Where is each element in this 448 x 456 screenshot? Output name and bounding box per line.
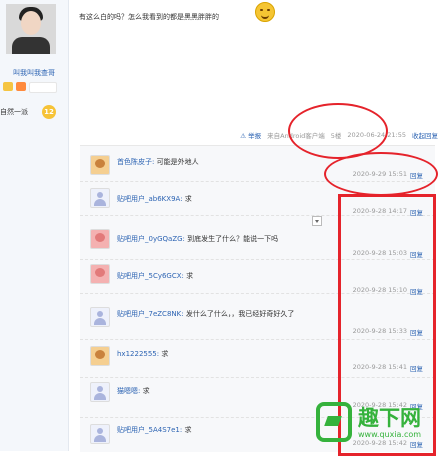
report-link[interactable]: ⚠ 举报 [240, 130, 261, 140]
commenter-name[interactable]: 贴吧用户_5Cy6GCX: [117, 272, 184, 280]
commenter-name[interactable]: hx1222555: [117, 350, 159, 358]
annotation-ellipse [324, 152, 438, 196]
comment-text: 发什么了什么，，我已经好奇好久了 [185, 310, 295, 318]
commenter-avatar[interactable] [90, 346, 110, 366]
commenter-avatar[interactable] [90, 155, 110, 175]
watermark-logo: 趣下网 www.quxia.com [316, 400, 446, 448]
author-sidebar: 叫我叫我查哥 自然一派 12 [0, 0, 69, 451]
author-username[interactable]: 叫我叫我查哥 [3, 68, 65, 78]
post-content: 有这么白的吗？怎么我看到的都是黑黑胖胖的 [79, 13, 219, 21]
commenter-name[interactable]: 猫嗯嗯: [117, 387, 140, 395]
comment-text: 可能是外地人 [156, 158, 199, 166]
comment-text: 求 [161, 350, 169, 358]
comment-text: 求 [142, 387, 150, 395]
commenter-avatar[interactable] [90, 424, 110, 444]
badge-slot [29, 82, 57, 93]
comment-text: 求 [184, 426, 192, 434]
commenter-avatar[interactable] [90, 382, 110, 402]
chevron-down-icon[interactable] [312, 216, 322, 226]
author-avatar[interactable] [6, 4, 56, 54]
commenter-name[interactable]: 贴吧用户_ab6KX9A: [117, 195, 183, 203]
commenter-name[interactable]: 贴吧用户_7eZC8NK: [117, 310, 184, 318]
vip-badge-icon[interactable] [3, 82, 13, 91]
level-badge-icon[interactable]: 12 [42, 105, 56, 119]
collapse-replies-link[interactable]: 收起回复 [412, 130, 438, 140]
comment-text: 求 [186, 272, 194, 280]
comment-text: 到底发生了什么？能说一下吗 [187, 235, 279, 243]
author-level: 自然一派 12 [0, 105, 56, 119]
commenter-avatar[interactable] [90, 264, 110, 284]
smile-emoji-icon [255, 2, 275, 22]
commenter-name[interactable]: 贴吧用户_0yGQaZG: [117, 235, 185, 243]
commenter-name[interactable]: 贴吧用户_5A4S7e1: [117, 426, 182, 434]
watermark-text: 趣下网 [358, 406, 421, 430]
level-name[interactable]: 自然一派 [0, 107, 28, 117]
watermark-url: www.quxia.com [358, 430, 422, 439]
commenter-avatar[interactable] [90, 229, 110, 249]
annotation-ellipse [288, 103, 388, 159]
gift-badge-icon[interactable] [16, 82, 26, 91]
commenter-name[interactable]: 首色陈皮子: [117, 158, 154, 166]
comment-text: 求 [184, 195, 192, 203]
logo-icon [316, 402, 352, 442]
commenter-avatar[interactable] [90, 307, 110, 327]
author-badges [3, 82, 57, 93]
commenter-avatar[interactable] [90, 188, 110, 208]
